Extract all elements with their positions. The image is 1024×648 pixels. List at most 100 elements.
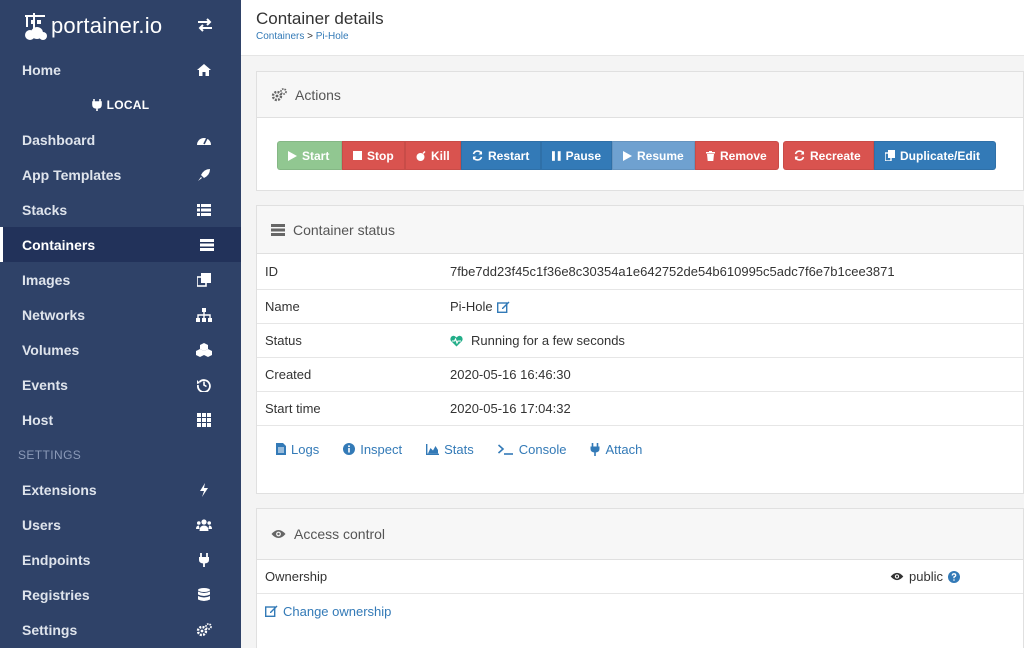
access-control-widget: Access control Ownership public Change o… (256, 508, 1024, 648)
toggle-sidebar-icon[interactable] (196, 16, 214, 34)
attach-link[interactable]: Attach (590, 442, 642, 457)
cogs-icon (271, 87, 287, 102)
status-row-status: Status Running for a few seconds (257, 324, 1023, 358)
sidebar-item-label: App Templates (22, 166, 122, 183)
sidebar: portainer.io Home LOCAL Dashboard App Te… (0, 0, 241, 648)
settings-section-label: SETTINGS (18, 447, 82, 462)
sidebar-item-host[interactable]: Host (0, 402, 241, 437)
restart-button-label: Restart (488, 148, 530, 163)
duplicate-edit-button[interactable]: Duplicate/Edit (874, 141, 996, 170)
stop-button[interactable]: Stop (342, 141, 405, 170)
status-row-id: ID 7fbe7dd23f45c1f36e8c30354a1e642752de5… (257, 254, 1023, 290)
container-id-value: 7fbe7dd23f45c1f36e8c30354a1e642752de54b6… (450, 264, 895, 279)
actions-widget: Actions Start Stop Kill Restart Pause Re… (256, 71, 1024, 191)
eye-icon (271, 529, 286, 539)
sidebar-item-stacks[interactable]: Stacks (0, 192, 241, 227)
resume-button-label: Resume (637, 148, 684, 163)
refresh-icon (794, 150, 805, 161)
sidebar-item-label: Dashboard (22, 131, 96, 148)
status-key: Status (265, 333, 302, 348)
sidebar-item-dashboard[interactable]: Dashboard (0, 122, 241, 157)
portainer-logo-icon (22, 11, 48, 41)
change-ownership-link[interactable]: Change ownership (265, 604, 391, 619)
resume-button[interactable]: Resume (612, 141, 695, 170)
eye-icon (890, 572, 904, 581)
remove-button-label: Remove (720, 148, 767, 163)
plug-icon (91, 98, 102, 111)
status-text: Running for a few seconds (471, 333, 625, 348)
pause-button[interactable]: Pause (541, 141, 612, 170)
sidebar-item-home[interactable]: Home (0, 52, 241, 87)
sidebar-item-label: Host (22, 411, 54, 428)
action-buttons: Start Stop Kill Restart Pause Resume Rem… (277, 141, 1000, 170)
breadcrumb: Containers > Pi-Hole (256, 31, 349, 42)
sidebar-item-extensions[interactable]: Extensions (0, 472, 241, 507)
remove-button[interactable]: Remove (695, 141, 779, 170)
edit-icon (265, 605, 278, 617)
widget-title: Actions (295, 86, 341, 103)
recreate-button-label: Recreate (810, 148, 861, 163)
status-key: Name (265, 299, 300, 314)
sidebar-item-containers[interactable]: Containers (0, 227, 241, 262)
status-key: Created (265, 367, 312, 382)
console-link-label: Console (518, 441, 567, 457)
copy-icon (885, 150, 895, 161)
pause-button-label: Pause (565, 148, 601, 163)
trash-icon (706, 150, 715, 161)
sidebar-item-label: Volumes (22, 341, 80, 358)
th-icon (196, 412, 212, 428)
cogs-icon (196, 622, 212, 638)
widget-title: Access control (294, 526, 386, 542)
area-chart-icon (426, 443, 440, 455)
server-icon (199, 237, 215, 253)
status-row-name: Name Pi-Hole (257, 290, 1023, 324)
sidebar-item-users[interactable]: Users (0, 507, 241, 542)
stats-link[interactable]: Stats (426, 442, 474, 457)
inspect-link[interactable]: Inspect (343, 442, 402, 457)
sidebar-item-images[interactable]: Images (0, 262, 241, 297)
status-row-created: Created 2020-05-16 16:46:30 (257, 358, 1023, 392)
sidebar-item-volumes[interactable]: Volumes (0, 332, 241, 367)
container-status-value: Running for a few seconds (450, 333, 625, 348)
sidebar-item-settings[interactable]: Settings (0, 612, 241, 647)
th-list-icon (196, 202, 212, 218)
environment-name: LOCAL (106, 97, 150, 112)
cubes-icon (196, 342, 212, 358)
status-key: ID (265, 264, 278, 279)
status-key: Start time (265, 401, 321, 416)
start-button[interactable]: Start (277, 141, 342, 170)
recreate-button[interactable]: Recreate (783, 141, 874, 170)
restart-button[interactable]: Restart (461, 141, 541, 170)
ownership-text: public (909, 569, 943, 584)
sidebar-item-endpoints[interactable]: Endpoints (0, 542, 241, 577)
sidebar-item-events[interactable]: Events (0, 367, 241, 402)
question-circle-icon[interactable] (947, 570, 960, 583)
bomb-icon (416, 150, 426, 161)
breadcrumb-current-link[interactable]: Pi-Hole (316, 31, 349, 42)
sidebar-item-label: Images (22, 271, 71, 288)
play-icon (623, 150, 632, 161)
brand[interactable]: portainer.io (0, 0, 241, 52)
edit-icon[interactable] (496, 301, 510, 313)
bolt-icon (196, 482, 212, 498)
console-link[interactable]: Console (497, 441, 567, 457)
sidebar-item-networks[interactable]: Networks (0, 297, 241, 332)
server-icon (271, 223, 285, 236)
attach-link-label: Attach (605, 441, 643, 457)
sidebar-item-registries[interactable]: Registries (0, 577, 241, 612)
container-status-header: Container status (257, 206, 1023, 254)
stop-button-label: Stop (367, 148, 394, 163)
kill-button[interactable]: Kill (405, 141, 461, 170)
history-icon (196, 377, 212, 393)
logs-link[interactable]: Logs (276, 442, 319, 457)
page-title: Container details (256, 9, 384, 28)
inspect-link-label: Inspect (360, 441, 403, 457)
pause-icon (552, 150, 561, 161)
breadcrumb-containers-link[interactable]: Containers (256, 31, 304, 42)
sidebar-item-label: Home (22, 61, 61, 78)
ownership-row: Ownership public (257, 560, 1023, 594)
info-circle-icon (343, 443, 356, 455)
actions-widget-header: Actions (257, 72, 1023, 118)
sidebar-item-app-templates[interactable]: App Templates (0, 157, 241, 192)
change-ownership-label: Change ownership (283, 603, 392, 619)
